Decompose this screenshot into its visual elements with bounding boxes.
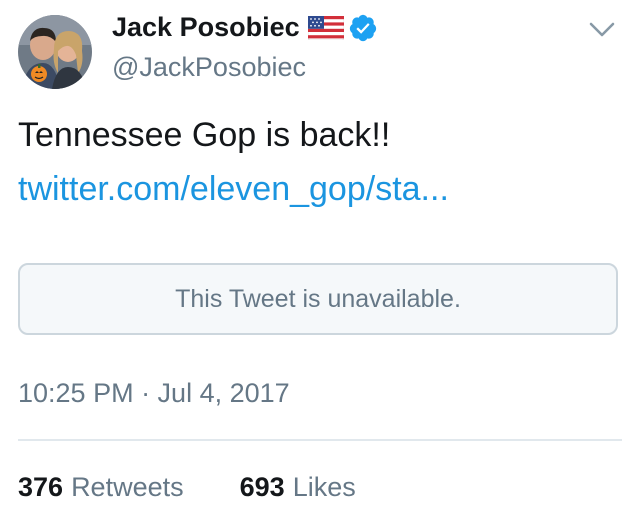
likes-count: 693 bbox=[239, 472, 285, 502]
avatar-photo bbox=[18, 15, 92, 89]
retweets-label: Retweets bbox=[71, 472, 184, 502]
likes-stat[interactable]: 693 Likes bbox=[240, 472, 356, 503]
tweet-link[interactable]: twitter.com/eleven_gop/sta... bbox=[18, 170, 449, 209]
divider bbox=[18, 439, 622, 441]
likes-label: Likes bbox=[292, 472, 356, 502]
quoted-tweet-message: This Tweet is unavailable. bbox=[175, 284, 461, 313]
retweets-count: 376 bbox=[18, 472, 64, 502]
author-handle[interactable]: @JackPosobiec bbox=[112, 52, 306, 83]
us-flag-icon bbox=[307, 15, 344, 40]
avatar[interactable] bbox=[18, 15, 92, 89]
chevron-down-icon[interactable] bbox=[588, 20, 616, 40]
tweet-timestamp[interactable]: 10:25 PM · Jul 4, 2017 bbox=[18, 378, 290, 409]
quoted-tweet-unavailable: This Tweet is unavailable. bbox=[18, 263, 618, 335]
author-name-row[interactable]: Jack Posobiec bbox=[112, 12, 378, 43]
verified-badge-icon bbox=[348, 13, 378, 43]
tweet-text: Tennessee Gop is back!! bbox=[18, 116, 391, 154]
tweet-stats: 376 Retweets 693 Likes bbox=[18, 472, 356, 503]
tweet-card: Jack Posobiec @JackPosobiec Tennessee Go… bbox=[0, 0, 640, 527]
author-display-name[interactable]: Jack Posobiec bbox=[112, 12, 300, 43]
retweets-stat[interactable]: 376 Retweets bbox=[18, 472, 184, 503]
